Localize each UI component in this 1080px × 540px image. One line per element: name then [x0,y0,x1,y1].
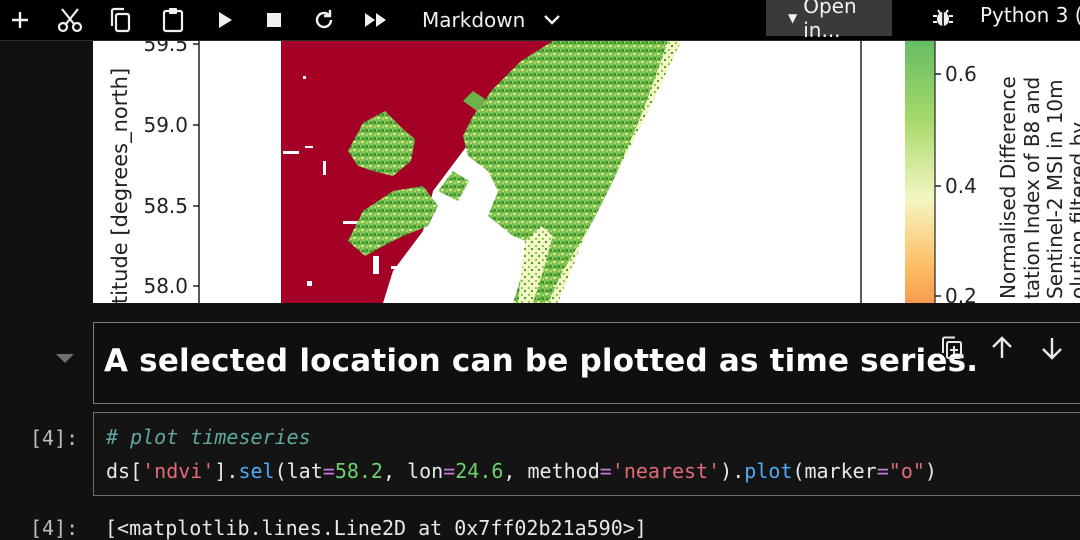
duplicate-icon [942,336,962,359]
code-token: = [322,459,335,483]
debugger-button[interactable] [925,0,961,36]
colorbar-label-line: olution filtered by [1066,122,1080,299]
cut-button[interactable] [50,0,90,40]
stop-button[interactable] [254,0,294,40]
kernel-label: Python 3 ( [980,3,1080,27]
y-axis-label: titude [degrees_north] [108,68,133,303]
paste-button[interactable] [153,0,193,40]
y-tick-marks [193,43,199,287]
output-separator [0,303,1080,313]
code-token: ). [720,459,745,483]
kernel-indicator[interactable]: Python 3 ( [980,0,1080,30]
fast-forward-icon [365,13,386,27]
code-token: , method [503,459,600,483]
cell-toolbar [934,333,1070,363]
restart-kernel-button[interactable] [304,0,344,40]
code-token: 24.6 [455,459,504,483]
y-tick-label: 59.0 [143,113,188,137]
y-tick-labels: 59.5 59.0 58.5 58.0 [143,41,188,298]
move-cell-up-button[interactable] [984,333,1020,363]
cell-type-label: Markdown [422,8,526,32]
run-button[interactable] [205,0,245,40]
collapse-cell-toggle[interactable] [54,350,76,368]
markdown-text: A selected location can be plotted as ti… [104,343,979,379]
output-prompt: [4]: [30,516,79,540]
cell-type-dropdown[interactable]: Markdown [410,0,561,40]
map-plot-output: titude [degrees_north] 59.5 59.0 58.5 58… [93,41,1080,303]
ndvi-map-figure: titude [degrees_north] 59.5 59.0 58.5 58… [108,41,1080,303]
colorbar-label-line: Sentinel-2 MSI in 10m [1043,79,1067,299]
code-token: 'ndvi' [142,459,215,483]
input-prompt: [4]: [30,426,79,450]
copy-icon [110,7,131,33]
y-tick-label: 59.5 [143,41,188,56]
markdown-cell[interactable]: A selected location can be plotted as ti… [93,322,1080,404]
code-comment: # plot timeseries [106,425,311,449]
colorbar-tick-label: 0.2 [945,284,977,303]
colorbar-tick-marks [935,73,941,297]
open-in-button[interactable]: ▼ Open in... [766,0,892,42]
code-token: ) [924,459,937,483]
copy-button[interactable] [100,0,140,40]
code-cell[interactable]: # plot timeseries ds['ndvi'].sel(lat=58.… [93,412,1080,496]
duplicate-cell-button[interactable] [934,333,970,363]
colorbar-label-line: Normalised Difference [996,76,1020,299]
notebook-toolbar: Markdown ▼ Open in... Python 3 ( [0,0,1080,42]
colorbar-label: Normalised Difference tation Index of B8… [996,76,1080,299]
bug-icon [933,9,953,26]
code-token: (marker [792,459,877,483]
run-all-button[interactable] [356,0,396,40]
insert-cell-button[interactable] [0,0,40,40]
stop-icon [267,13,281,27]
output-text: [<matplotlib.lines.Line2D at 0x7ff02b21a… [105,516,647,540]
code-token: ds[ [106,459,143,483]
colorbar [905,41,935,303]
colorbar-tick-label: 0.4 [945,174,977,198]
refresh-icon [315,10,333,29]
code-token: sel [238,459,275,483]
arrow-up-icon [992,336,1012,358]
code-token: 58.2 [334,459,383,483]
code-token: "o" [888,459,925,483]
caret-down-icon [56,354,74,363]
plus-icon [12,12,28,28]
scissors-icon [57,8,83,33]
clipboard-icon [162,8,184,33]
code-token: = [443,459,456,483]
play-icon [219,12,232,28]
colorbar-tick-labels: 0.6 0.4 0.2 [945,62,977,303]
move-cell-down-button[interactable] [1034,333,1070,363]
caret-down-icon: ▼ [788,11,798,25]
code-token: 'nearest' [611,459,721,483]
chevron-down-icon [544,15,561,25]
colorbar-label-line: tation Index of B8 and [1020,77,1044,299]
code-token: ]. [214,459,239,483]
y-tick-label: 58.5 [143,194,188,218]
code-token: , lon [382,459,444,483]
code-line: ds['ndvi'].sel(lat=58.2, lon=24.6, metho… [106,459,937,483]
code-token: = [599,459,612,483]
colorbar-tick-label: 0.6 [945,62,977,86]
y-tick-label: 58.0 [143,274,188,298]
arrow-down-icon [1042,338,1062,360]
open-in-label: Open in... [803,0,857,42]
code-token: plot [744,459,793,483]
code-token: = [876,459,889,483]
code-token: (lat [274,459,323,483]
